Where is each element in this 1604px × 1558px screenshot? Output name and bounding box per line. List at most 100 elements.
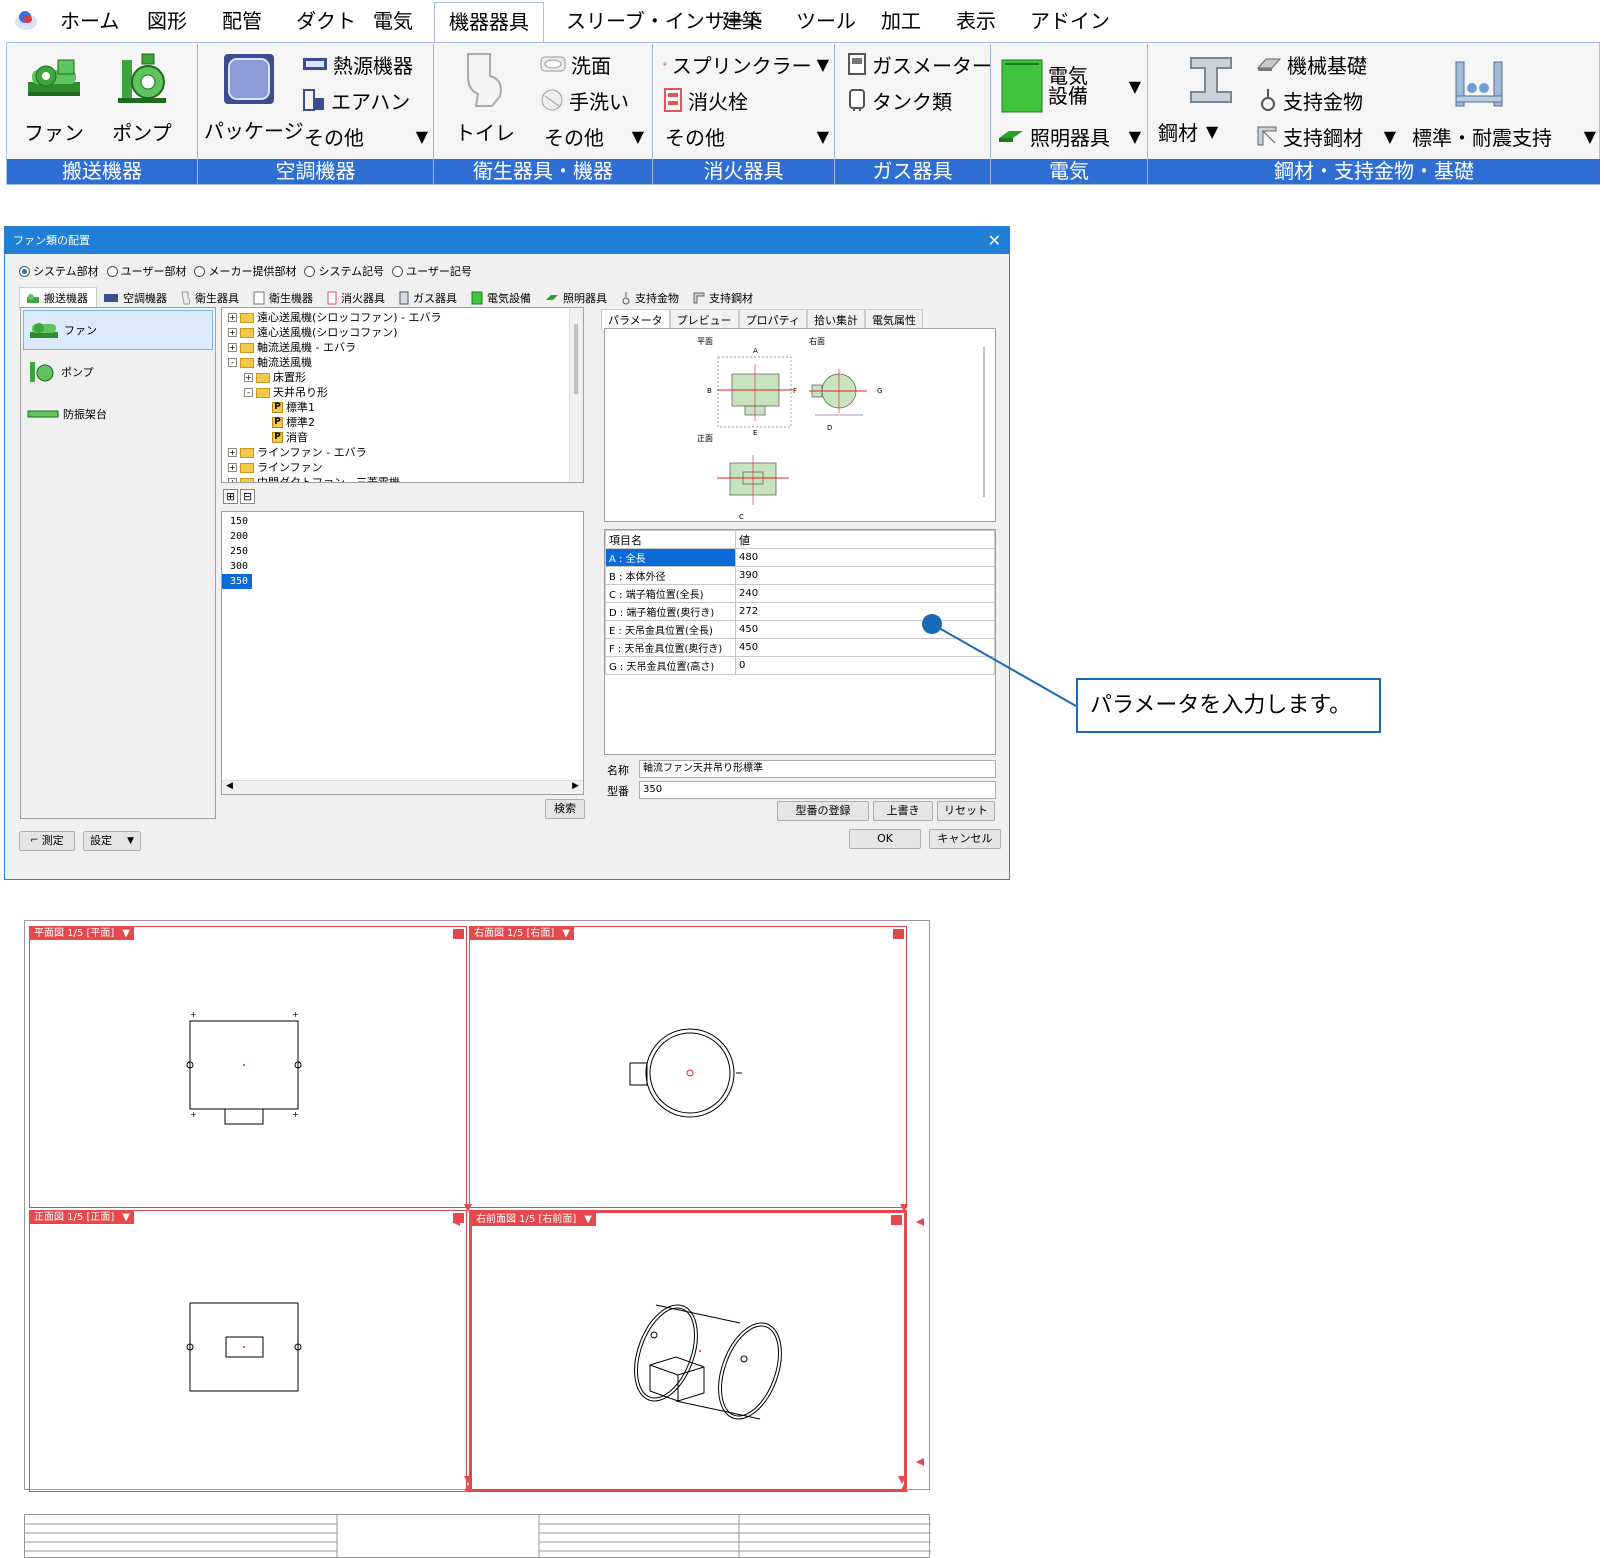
reset-button[interactable]: リセット: [937, 801, 995, 821]
hvac-other-dropdown[interactable]: その他 ▼: [304, 122, 428, 150]
tab-quantity[interactable]: 拾い集計: [807, 309, 866, 330]
register-model-button[interactable]: 型番の登録: [777, 801, 869, 821]
tab-preview[interactable]: プレビュー: [669, 309, 739, 330]
tree-node[interactable]: P 標準1: [228, 400, 583, 415]
radio-system-symbol[interactable]: システム記号: [304, 263, 384, 279]
steel-button[interactable]: 鋼材 ▼: [1158, 54, 1254, 146]
size-list-item[interactable]: 350: [222, 574, 252, 589]
tree-node[interactable]: + 中間ダクトファン - 三菱電機: [228, 475, 583, 482]
electric-equipment-button[interactable]: 電気 設備 ▼: [1001, 58, 1141, 114]
settings-dropdown[interactable]: 設定 ▼: [83, 831, 141, 851]
sprinkler-button[interactable]: スプリンクラー ▼: [663, 50, 829, 78]
menu-tab-duct[interactable]: ダクト: [296, 8, 356, 34]
heat-source-button[interactable]: 熱源機器: [302, 50, 413, 78]
tab-fire[interactable]: 消火器具: [321, 287, 393, 309]
tab-support-steel[interactable]: 支持鋼材: [687, 287, 761, 309]
washbasin-button[interactable]: 洗面: [540, 50, 611, 78]
list-item-fan[interactable]: ファン: [23, 310, 213, 350]
measure-button[interactable]: ⌐ 測定: [19, 831, 75, 851]
tree-scrollbar[interactable]: [569, 308, 583, 482]
list-item-pump[interactable]: ポンプ: [23, 352, 213, 392]
size-list-item[interactable]: 300: [222, 559, 583, 574]
tank-button[interactable]: タンク類: [847, 86, 952, 114]
sanitary-other-dropdown[interactable]: その他 ▼: [544, 122, 644, 150]
expand-icon[interactable]: +: [228, 448, 237, 457]
tab-hvac[interactable]: 空調機器: [97, 287, 175, 309]
seismic-support-dropdown[interactable]: 標準・耐震支持 ▼: [1412, 122, 1596, 150]
radio-user-symbol[interactable]: ユーザー記号: [392, 263, 472, 279]
table-row[interactable]: B : 本体外径 390: [605, 566, 995, 585]
size-list-item[interactable]: 250: [222, 544, 583, 559]
collapse-icon[interactable]: -: [228, 358, 237, 367]
radio-user-parts[interactable]: ユーザー部材: [106, 263, 186, 279]
package-button[interactable]: パッケージ: [204, 52, 304, 144]
tree-node[interactable]: + 軸流送風機 - エバラ: [228, 340, 583, 355]
list-item-vibration-base[interactable]: 防振架台: [23, 394, 213, 434]
lighting-button[interactable]: 照明器具 ▼: [997, 122, 1141, 150]
tab-sanitary-fixtures[interactable]: 衛生器具: [175, 287, 247, 309]
pump-button[interactable]: ポンプ: [107, 52, 177, 146]
expand-icon[interactable]: +: [244, 373, 253, 382]
tab-properties[interactable]: プロパティ: [738, 309, 808, 330]
gas-meter-button[interactable]: ガスメーター: [847, 50, 992, 78]
collapse-icon[interactable]: -: [244, 388, 253, 397]
tree-node[interactable]: + ラインファン: [228, 460, 583, 475]
menu-tab-piping[interactable]: 配管: [222, 8, 262, 34]
search-button[interactable]: 検索: [545, 799, 585, 819]
tab-electric[interactable]: 電気設備: [465, 287, 539, 309]
tab-support-hardware[interactable]: 支持金物: [615, 287, 687, 309]
air-handler-button[interactable]: エアハン: [302, 86, 410, 114]
tab-electric-attributes[interactable]: 電気属性: [865, 309, 924, 330]
tree-node[interactable]: P 消音: [228, 430, 583, 445]
cancel-button[interactable]: キャンセル: [929, 829, 1001, 849]
tree-node[interactable]: + 遠心送風機(シロッコファン): [228, 325, 583, 340]
tree-node[interactable]: + ラインファン - エバラ: [228, 445, 583, 460]
table-row[interactable]: C : 端子箱位置(全長) 240: [605, 584, 995, 603]
close-icon[interactable]: ✕: [988, 227, 1001, 254]
radio-system-parts[interactable]: システム部材: [19, 263, 99, 279]
expand-icon[interactable]: +: [228, 343, 237, 352]
param-value-cell[interactable]: 390: [735, 566, 995, 585]
seismic-support-icon-button[interactable]: [1410, 58, 1510, 110]
menu-tab-addin[interactable]: アドイン: [1030, 8, 1110, 34]
tab-sanitary-equipment[interactable]: 衛生機器: [247, 287, 321, 309]
expand-icon[interactable]: +: [228, 313, 237, 322]
size-list-item[interactable]: 150: [222, 514, 583, 529]
tree-node[interactable]: + 遠心送風機(シロッコファン) - エバラ: [228, 310, 583, 325]
toilet-button[interactable]: トイレ: [450, 52, 520, 146]
param-value-cell[interactable]: 240: [735, 584, 995, 603]
expand-icon[interactable]: +: [228, 463, 237, 472]
support-hardware-button[interactable]: 支持金物: [1258, 86, 1363, 114]
tree-node[interactable]: - 軸流送風機: [228, 355, 583, 370]
menu-tab-electric[interactable]: 電気: [373, 8, 413, 34]
overwrite-button[interactable]: 上書き: [873, 801, 933, 821]
menu-tab-view[interactable]: 表示: [956, 8, 996, 34]
chevron-left-icon[interactable]: ◀: [226, 781, 233, 791]
table-row[interactable]: A : 全長 480: [605, 548, 995, 567]
tab-parameters[interactable]: パラメータ: [601, 309, 670, 330]
machine-foundation-button[interactable]: 機械基礎: [1256, 50, 1367, 78]
expand-icon[interactable]: +: [228, 328, 237, 337]
size-list-hscrollbar[interactable]: ◀ ▶: [222, 780, 583, 794]
tab-transport[interactable]: 搬送機器: [19, 287, 97, 309]
support-steel-dropdown[interactable]: 支持鋼材 ▼: [1256, 122, 1396, 150]
param-value-cell[interactable]: 480: [735, 548, 995, 567]
chevron-right-icon[interactable]: ▶: [572, 781, 579, 791]
hydrant-button[interactable]: 消火栓: [663, 86, 748, 114]
radio-maker-parts[interactable]: メーカー提供部材: [194, 263, 296, 279]
tab-gas[interactable]: ガス器具: [393, 287, 465, 309]
expand-all-icon[interactable]: ⊞: [223, 489, 238, 504]
fire-other-dropdown[interactable]: その他 ▼: [665, 122, 829, 150]
name-field[interactable]: 軸流ファン天井吊り形標準: [639, 760, 996, 778]
tree-node[interactable]: - 天井吊り形: [228, 385, 583, 400]
model-field[interactable]: 350: [639, 781, 996, 799]
size-list-item[interactable]: 200: [222, 529, 583, 544]
handwash-button[interactable]: 手洗い: [540, 86, 629, 114]
menu-tab-home[interactable]: ホーム: [60, 8, 119, 34]
collapse-all-icon[interactable]: ⊟: [240, 489, 255, 504]
expand-icon[interactable]: +: [228, 478, 237, 482]
menu-tab-building[interactable]: 建築: [722, 8, 762, 34]
tree-node[interactable]: + 床置形: [228, 370, 583, 385]
app-logo-icon[interactable]: [14, 8, 40, 32]
menu-tab-processing[interactable]: 加工: [881, 8, 921, 34]
